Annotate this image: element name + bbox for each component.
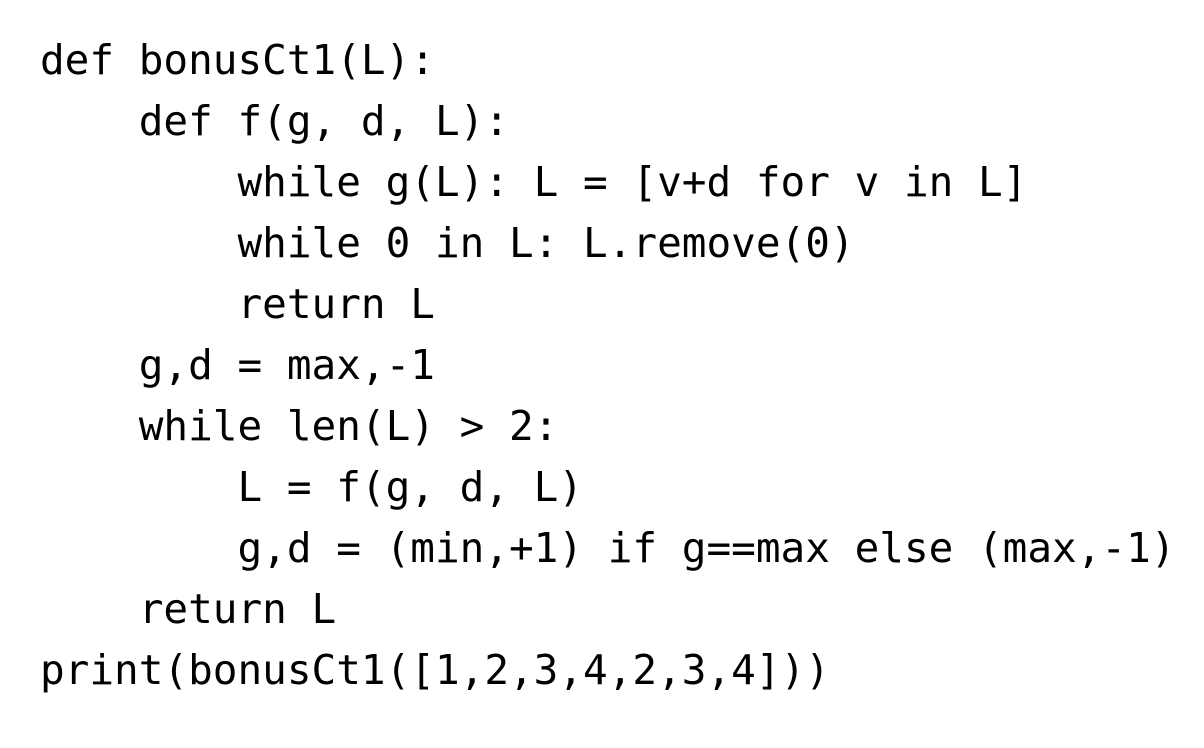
code-line: g,d = max,-1 (40, 341, 435, 389)
code-line: while len(L) > 2: (40, 402, 559, 450)
code-line: return L (40, 585, 337, 633)
code-line: def bonusCt1(L): (40, 36, 435, 84)
code-line: while g(L): L = [v+d for v in L] (40, 158, 1028, 206)
code-line: L = f(g, d, L) (40, 463, 584, 511)
code-block: def bonusCt1(L): def f(g, d, L): while g… (40, 30, 1175, 701)
code-line: print(bonusCt1([1,2,3,4,2,3,4])) (40, 646, 830, 694)
code-line: g,d = (min,+1) if g==max else (max,-1) (40, 524, 1176, 572)
code-line: while 0 in L: L.remove(0) (40, 219, 855, 267)
code-line: def f(g, d, L): (40, 97, 509, 145)
code-line: return L (40, 280, 435, 328)
